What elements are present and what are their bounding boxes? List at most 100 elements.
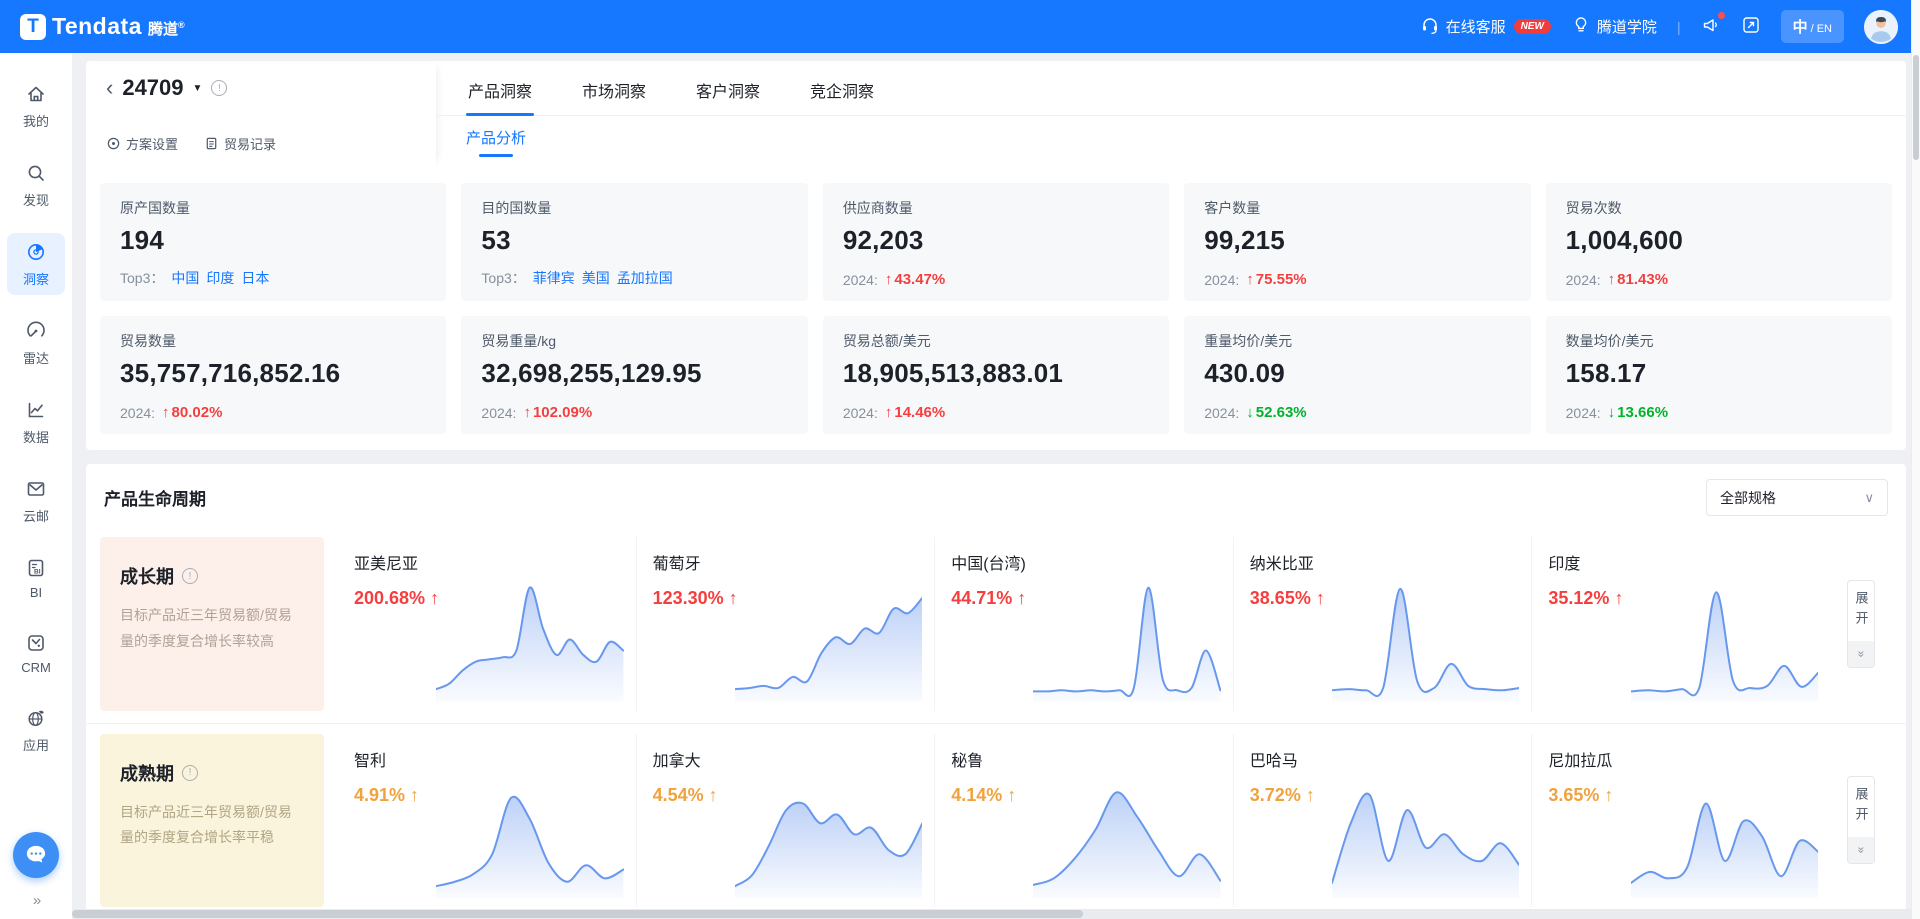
- online-service-label: 在线客服: [1446, 16, 1506, 37]
- plan-dropdown-caret-icon[interactable]: ▼: [193, 83, 203, 94]
- lifecycle-chart[interactable]: 纳米比亚38.65%↑: [1233, 537, 1532, 711]
- sidebar-item-data[interactable]: 数据: [7, 391, 65, 453]
- sidebar-item-discover[interactable]: 发现: [7, 154, 65, 216]
- yoy-year-label: 2024:: [1566, 272, 1601, 288]
- double-chevron-down-icon: »: [1848, 641, 1874, 667]
- main-content: ‹ 24709 ▼ ! 方案设置 贸易记录 产品洞察市: [72, 53, 1920, 919]
- chat-fab-button[interactable]: [13, 832, 59, 878]
- topbar-divider: |: [1677, 19, 1681, 35]
- stage-info-icon[interactable]: !: [182, 765, 198, 781]
- horizontal-scrollbar-thumb[interactable]: [72, 910, 1083, 918]
- online-service-link[interactable]: 在线客服 NEW: [1420, 15, 1551, 39]
- lifecycle-chart[interactable]: 巴哈马3.72%↑: [1233, 734, 1532, 908]
- sparkline-chart: [735, 770, 922, 899]
- stat-card: 重量均价/美元430.092024:↓52.63%: [1184, 316, 1530, 434]
- stage-block-mature: 成熟期!目标产品近三年贸易额/贸易量的季度复合增长率平稳: [100, 734, 324, 908]
- tab-market[interactable]: 市场洞察: [580, 61, 648, 115]
- sidebar-item-crm[interactable]: CRM: [7, 624, 65, 682]
- logo-mark-icon: T: [20, 14, 46, 40]
- yoy-change: ↑80.02%: [162, 404, 222, 421]
- arrow-down-icon: ↓: [1608, 404, 1616, 421]
- sidebar-item-mail[interactable]: 云邮: [7, 470, 65, 532]
- stat-card: 目的国数量53Top3：菲律宾美国孟加拉国: [461, 183, 807, 301]
- lifecycle-chart[interactable]: 智利4.91%↑: [338, 734, 636, 908]
- tab-competitor[interactable]: 竞企洞察: [808, 61, 876, 115]
- tendata-logo[interactable]: T Tendata 腾道®: [20, 13, 185, 40]
- arrow-up-icon: ↑: [885, 271, 893, 288]
- plan-block: ‹ 24709 ▼ ! 方案设置 贸易记录: [86, 61, 436, 167]
- stat-value: 53: [481, 225, 787, 256]
- plan-settings-link[interactable]: 方案设置: [106, 134, 178, 153]
- horizontal-scrollbar[interactable]: [72, 909, 1911, 919]
- yoy-pct: 81.43%: [1617, 271, 1668, 288]
- lifecycle-chart[interactable]: 尼加拉瓜3.65%↑: [1531, 734, 1830, 908]
- expand-button[interactable]: 展开»: [1847, 580, 1875, 668]
- expand-label: 展开: [1852, 787, 1871, 829]
- stage-info-icon[interactable]: !: [182, 568, 198, 584]
- chart-country-name: 纳米比亚: [1250, 550, 1516, 574]
- sidebar-item-bi[interactable]: BIBI: [7, 549, 65, 607]
- yoy-pct: 14.46%: [894, 404, 945, 421]
- chart-country-name: 秘鲁: [951, 747, 1217, 771]
- top3-link[interactable]: 美国: [582, 268, 610, 288]
- arrow-up-icon: ↑: [709, 785, 718, 806]
- arrow-up-icon: ↑: [1608, 271, 1616, 288]
- stat-foot: 2024:↑14.46%: [843, 404, 1149, 421]
- spec-filter-select[interactable]: 全部规格 ∨: [1706, 479, 1888, 516]
- plan-info-icon[interactable]: !: [211, 80, 227, 96]
- stat-title: 供应商数量: [843, 198, 1149, 218]
- chart-country-name: 加拿大: [653, 747, 919, 771]
- top3-link[interactable]: 日本: [241, 268, 269, 288]
- announcements-button[interactable]: [1701, 15, 1721, 39]
- stats-row-1: 原产国数量194Top3：中国印度日本目的国数量53Top3：菲律宾美国孟加拉国…: [100, 183, 1892, 301]
- tab-customer[interactable]: 客户洞察: [694, 61, 762, 115]
- stat-value: 158.17: [1566, 358, 1872, 389]
- lifecycle-chart[interactable]: 中国(台湾)44.71%↑: [934, 537, 1233, 711]
- academy-link[interactable]: 腾道学院: [1571, 15, 1657, 39]
- yoy-year-label: 2024:: [843, 272, 878, 288]
- arrow-up-icon: ↑: [1306, 785, 1315, 806]
- sidebar-item-label: 雷达: [23, 348, 49, 367]
- lifecycle-chart[interactable]: 印度35.12%↑: [1531, 537, 1830, 711]
- document-icon: [204, 136, 219, 151]
- expand-button[interactable]: 展开»: [1847, 776, 1875, 864]
- trade-records-link[interactable]: 贸易记录: [204, 134, 276, 153]
- fullscreen-button[interactable]: [1741, 15, 1761, 39]
- sidebar-item-insight[interactable]: 洞察: [7, 233, 65, 295]
- stat-title: 原产国数量: [120, 198, 426, 218]
- sidebar-item-home[interactable]: 我的: [7, 75, 65, 137]
- insight-icon: [25, 241, 47, 266]
- top3-label: Top3：: [120, 268, 164, 288]
- user-avatar[interactable]: [1864, 10, 1898, 44]
- lifecycle-chart[interactable]: 亚美尼亚200.68%↑: [338, 537, 636, 711]
- yoy-pct: 43.47%: [894, 271, 945, 288]
- sidebar-item-apps[interactable]: 应用: [7, 699, 65, 761]
- top3-link[interactable]: 菲律宾: [533, 268, 575, 288]
- lifecycle-chart[interactable]: 秘鲁4.14%↑: [934, 734, 1233, 908]
- top3-link[interactable]: 印度: [206, 268, 234, 288]
- top3-link[interactable]: 中国: [171, 268, 199, 288]
- top3-link[interactable]: 孟加拉国: [617, 268, 673, 288]
- stat-card: 贸易数量35,757,716,852.162024:↑80.02%: [100, 316, 446, 434]
- back-icon[interactable]: ‹: [106, 77, 113, 99]
- subtab-product-analysis[interactable]: 产品分析: [466, 127, 526, 157]
- sidebar-collapse-button[interactable]: »: [33, 892, 39, 909]
- chart-country-name: 中国(台湾): [951, 550, 1217, 574]
- yoy-year-label: 2024:: [481, 405, 516, 421]
- stat-title: 目的国数量: [481, 198, 787, 218]
- stats-section: 原产国数量194Top3：中国印度日本目的国数量53Top3：菲律宾美国孟加拉国…: [86, 167, 1906, 450]
- tab-product[interactable]: 产品洞察: [466, 61, 534, 115]
- lifecycle-chart[interactable]: 加拿大4.54%↑: [636, 734, 935, 908]
- stat-card: 贸易重量/kg32,698,255,129.952024:↑102.09%: [461, 316, 807, 434]
- chart-country-name: 亚美尼亚: [354, 550, 620, 574]
- discover-icon: [25, 162, 47, 187]
- sidebar-item-label: CRM: [21, 660, 51, 675]
- language-toggle[interactable]: 中 / EN: [1781, 10, 1844, 43]
- vertical-scrollbar-thumb[interactable]: [1913, 55, 1919, 160]
- stat-foot: 2024: ↑81.43%: [1566, 271, 1872, 288]
- stage-title-row: 成熟期!: [120, 760, 304, 786]
- vertical-scrollbar[interactable]: [1911, 0, 1920, 919]
- sidebar-item-radar[interactable]: 雷达: [7, 312, 65, 374]
- lifecycle-chart[interactable]: 葡萄牙123.30%↑: [636, 537, 935, 711]
- stat-card: 贸易总额/美元18,905,513,883.012024:↑14.46%: [823, 316, 1169, 434]
